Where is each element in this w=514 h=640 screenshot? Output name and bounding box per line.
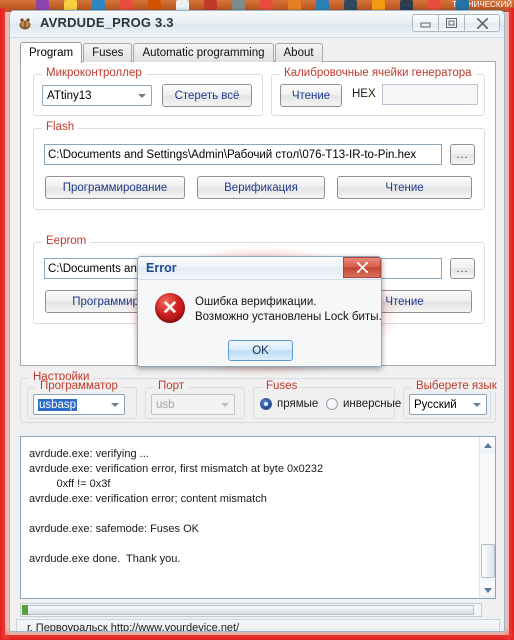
hex-value-field[interactable] (382, 84, 478, 105)
fuses-inverse-label: инверсные (343, 398, 402, 410)
language-combo-value: Русский (414, 398, 457, 411)
window-titlebar[interactable]: AVRDUDE_PROG 3.3 (10, 11, 504, 38)
app-bug-icon (19, 18, 31, 30)
maximize-button[interactable] (438, 14, 465, 32)
chevron-down-icon (221, 403, 229, 407)
eeprom-browse-button[interactable]: ... (450, 258, 475, 279)
settings-group: Настройки Программатор usbasp Порт usb F… (20, 371, 501, 423)
calibration-group-title: Калибровочные ячейки генератора (280, 67, 476, 79)
fuses-inverse-radio[interactable]: инверсные (326, 398, 401, 410)
minimize-icon (420, 22, 431, 27)
mcu-combo-value: ATtiny13 (47, 89, 92, 102)
tab-fuses-label: Fuses (92, 47, 124, 59)
radio-dot-icon (326, 398, 338, 410)
flash-verify-button[interactable]: Верификация (197, 176, 325, 199)
error-dialog-message: Ошибка верификации. Возможно установлены… (195, 296, 382, 323)
fuses-group: Fuses прямые инверсные (253, 380, 401, 419)
language-combo[interactable]: Русский (409, 394, 487, 415)
eeprom-browse-button-label: ... (456, 262, 469, 275)
tab-fuses[interactable]: Fuses (83, 43, 133, 62)
port-combo[interactable]: usb (151, 394, 235, 415)
language-group: Выберете язык Русский (403, 380, 501, 419)
close-icon (476, 17, 488, 29)
tab-strip: Program Fuses Automatic programming Abou… (20, 41, 324, 63)
status-bar: г. Первоуральск http://www.yourdevice.ne… (16, 619, 500, 632)
flash-program-button-label: Программирование (62, 181, 168, 194)
scroll-down-button[interactable] (480, 582, 495, 598)
progress-bar[interactable] (20, 603, 496, 617)
chevron-down-icon (111, 403, 119, 407)
programmer-group: Программатор usbasp (27, 380, 137, 419)
microcontroller-group-title: Микроконтроллер (42, 67, 146, 79)
close-button[interactable] (464, 14, 500, 32)
calibration-group: Калибровочные ячейки генератора Чтение H… (271, 67, 485, 116)
error-dialog-title: Error (146, 261, 177, 275)
erase-all-button-label: Стереть всё (174, 89, 240, 102)
language-group-title: Выберете язык (412, 380, 501, 392)
error-dialog-close-button[interactable] (343, 257, 381, 278)
erase-all-button[interactable]: Стереть всё (162, 84, 252, 107)
log-vertical-scrollbar[interactable] (479, 437, 495, 598)
flash-path-value: C:\Documents and Settings\Admin\Рабочий … (48, 148, 417, 161)
port-group: Порт usb (145, 380, 245, 419)
tab-about-label: About (283, 47, 314, 59)
hex-label: HEX (352, 88, 376, 100)
error-x-glyph: ✕ (162, 297, 178, 319)
fuses-direct-label: прямые (277, 398, 319, 410)
window-title: AVRDUDE_PROG 3.3 (40, 15, 174, 30)
scrollbar-thumb[interactable] (481, 544, 495, 578)
tab-about[interactable]: About (274, 43, 323, 62)
fuses-group-title: Fuses (262, 380, 302, 392)
progress-bar-thumb[interactable] (22, 605, 474, 615)
close-icon (356, 262, 368, 273)
calibration-read-button-label: Чтение (291, 89, 331, 102)
tab-automatic-programming-label: Automatic programming (142, 47, 265, 59)
flash-browse-button-label: ... (456, 148, 469, 161)
error-dialog: Error ✕ Ошибка верификации. Возможно уст… (137, 256, 382, 367)
maximize-icon (446, 18, 457, 28)
chevron-down-icon (473, 403, 481, 407)
log-output-text: avrdude.exe: verifying ... avrdude.exe: … (29, 448, 324, 565)
tab-program[interactable]: Program (20, 42, 83, 63)
window-buttons (412, 14, 500, 32)
progress-bar-fill (22, 605, 28, 615)
error-dialog-titlebar[interactable]: Error (138, 257, 381, 280)
error-dialog-ok-label: OK (252, 344, 269, 357)
flash-path-input[interactable]: C:\Documents and Settings\Admin\Рабочий … (44, 144, 442, 165)
tab-program-label: Program (29, 47, 74, 59)
programmer-combo-value: usbasp (38, 398, 78, 411)
microcontroller-group: Микроконтроллер ATtiny13 Стереть всё (33, 67, 263, 116)
tab-automatic-programming[interactable]: Automatic programming (133, 43, 274, 62)
scroll-up-button[interactable] (480, 437, 495, 453)
flash-program-button[interactable]: Программирование (45, 176, 185, 199)
screenshot-root: ТЕХНИЧЕСКИЙ AVRDUDE_PROG 3.3 Program Fus… (0, 0, 514, 640)
fuses-direct-radio[interactable]: прямые (260, 398, 318, 410)
chevron-up-icon (484, 442, 492, 448)
mcu-combo[interactable]: ATtiny13 (42, 85, 152, 106)
radio-dot-icon (260, 398, 272, 410)
minimize-button[interactable] (412, 14, 439, 32)
calibration-read-button[interactable]: Чтение (280, 84, 342, 107)
progress-bar-track (20, 603, 482, 617)
eeprom-read-button-label: Чтение (385, 295, 424, 308)
flash-group: Flash C:\Documents and Settings\Admin\Ра… (33, 121, 485, 210)
flash-read-button[interactable]: Чтение (337, 176, 472, 199)
port-combo-value: usb (156, 398, 175, 411)
status-bar-text: г. Первоуральск http://www.yourdevice.ne… (27, 622, 240, 632)
error-x-icon: ✕ (155, 293, 185, 323)
flash-group-title: Flash (42, 121, 79, 133)
eeprom-group-title: Eeprom (42, 235, 91, 247)
chevron-down-icon (138, 94, 146, 98)
flash-browse-button[interactable]: ... (450, 144, 475, 165)
error-dialog-ok-button[interactable]: OK (228, 340, 293, 361)
port-group-title: Порт (154, 380, 189, 392)
programmer-group-title: Программатор (36, 380, 122, 392)
programmer-combo[interactable]: usbasp (33, 394, 125, 415)
chevron-down-icon (484, 587, 492, 593)
flash-read-button-label: Чтение (385, 181, 424, 194)
log-output[interactable]: avrdude.exe: verifying ... avrdude.exe: … (20, 436, 496, 599)
flash-verify-button-label: Верификация (224, 181, 298, 194)
